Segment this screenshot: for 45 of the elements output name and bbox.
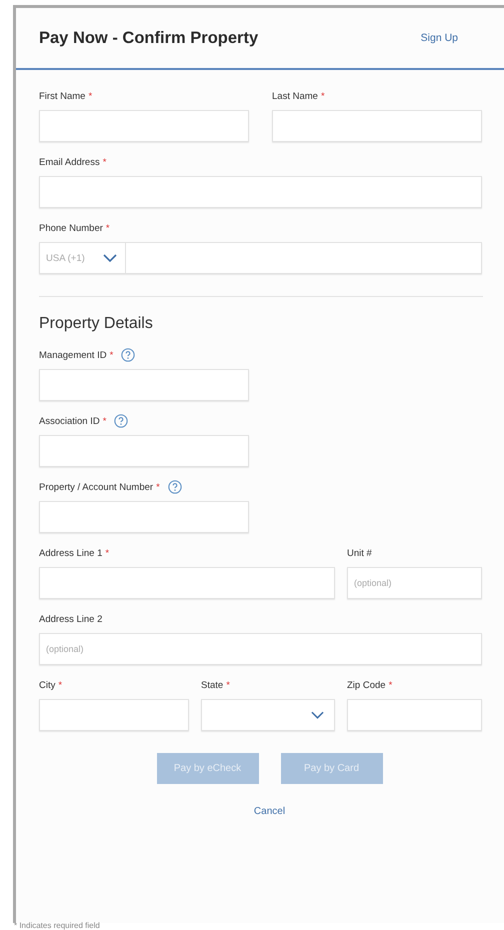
input-field[interactable]	[39, 369, 249, 401]
required-mark: *	[388, 680, 392, 690]
field-label: Address Line 1	[39, 548, 102, 558]
required-mark: *	[156, 482, 160, 492]
field-label: Property / Account Number	[39, 482, 154, 492]
field-label: Address Line 2	[39, 614, 102, 624]
chevron-down-icon	[311, 711, 324, 719]
required-mark: *	[110, 350, 114, 360]
input-field[interactable]: (optional)	[39, 633, 482, 665]
sign-up-link[interactable]: Sign Up	[420, 32, 458, 44]
state-dropdown[interactable]	[201, 699, 335, 731]
page-title: Pay Now - Confirm Property	[39, 28, 258, 48]
required-mark: *	[102, 416, 106, 426]
required-mark: *	[320, 90, 325, 102]
input-field[interactable]	[39, 501, 249, 533]
field-label: Unit #	[347, 548, 372, 558]
field-label: Zip Code	[347, 680, 386, 690]
cancel-link[interactable]: Cancel	[254, 806, 286, 817]
required-mark: *	[88, 90, 92, 102]
help-icon[interactable]	[121, 348, 136, 362]
required-mark: *	[58, 680, 62, 690]
section-heading: Property Details	[39, 315, 154, 333]
field-label: Phone Number	[39, 222, 103, 234]
field-label: State	[201, 680, 224, 690]
input-field[interactable]	[272, 110, 482, 142]
input-field[interactable]	[39, 110, 249, 142]
field-label: Email Address	[39, 156, 100, 168]
required-mark: *	[106, 222, 110, 234]
footnote: * Indicates required field	[14, 921, 100, 930]
required-mark: *	[105, 548, 110, 558]
field-label: First Name	[39, 90, 86, 102]
field-label: Management ID	[39, 350, 107, 360]
input-field[interactable]: (optional)	[347, 567, 482, 599]
field-label: Association ID	[39, 416, 100, 426]
input-field[interactable]	[39, 699, 189, 731]
required-mark: *	[102, 156, 106, 168]
input-field[interactable]	[39, 567, 335, 599]
input-field[interactable]	[347, 699, 482, 731]
help-icon[interactable]	[168, 480, 182, 494]
help-icon[interactable]	[114, 414, 128, 428]
input-field[interactable]	[39, 176, 482, 208]
required-mark: *	[226, 680, 230, 690]
input-field[interactable]	[39, 435, 249, 467]
field-label: Last Name	[272, 90, 318, 102]
field-label: City	[39, 680, 56, 690]
